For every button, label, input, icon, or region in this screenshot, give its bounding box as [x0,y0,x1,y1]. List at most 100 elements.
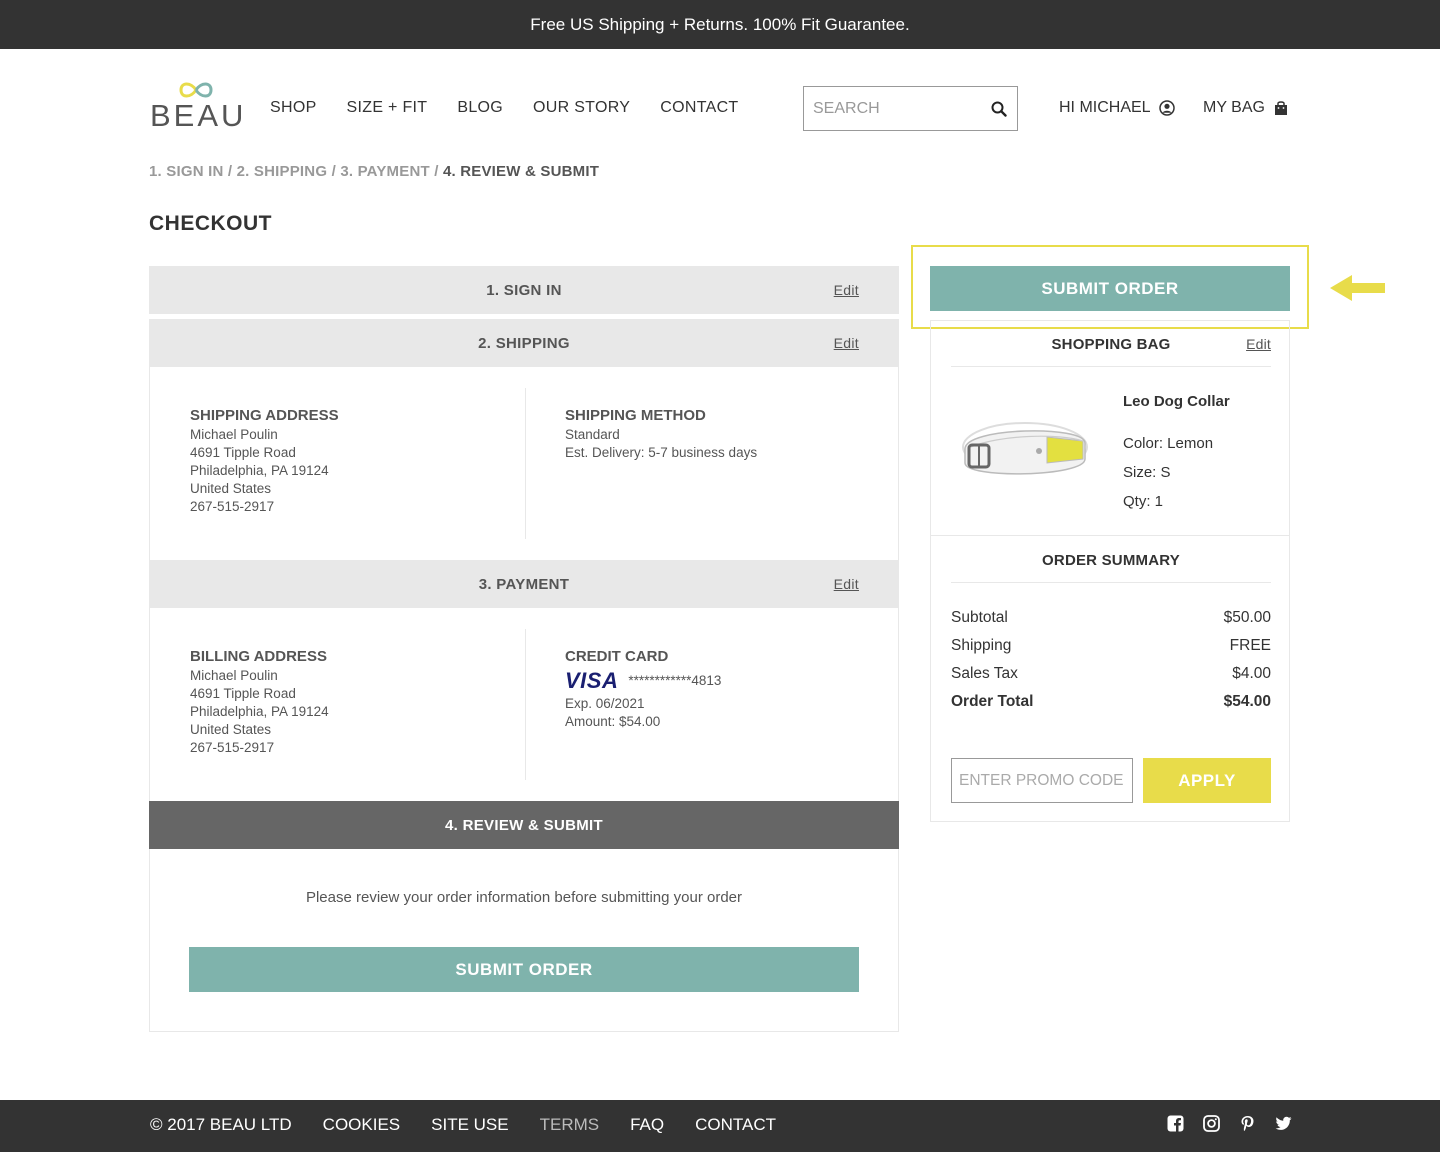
breadcrumb-payment[interactable]: 3. PAYMENT [340,163,430,180]
announcement-bar: Free US Shipping + Returns. 100% Fit Gua… [0,0,1440,49]
edit-payment-link[interactable]: Edit [834,576,859,592]
address-line: United States [190,481,272,496]
twitter-icon[interactable] [1275,1115,1292,1132]
section-title: 3. PAYMENT [478,575,570,593]
section-payment-header: 3. PAYMENT Edit [149,560,899,608]
product-color: Color: Lemon [1123,435,1214,452]
nav-blog[interactable]: BLOG [457,99,503,117]
section-title: 4. REVIEW & SUBMIT [445,816,603,834]
address-line: Michael Poulin [190,668,278,683]
shipping-address-heading: SHIPPING ADDRESS [190,407,339,424]
footer-link-faq[interactable]: FAQ [630,1115,664,1135]
shipping-details: SHIPPING ADDRESS Michael Poulin 4691 Tip… [149,367,899,560]
pinterest-icon[interactable] [1239,1115,1256,1132]
address-line: United States [190,722,272,737]
section-title: 2. SHIPPING [478,334,570,352]
breadcrumb-sign-in[interactable]: 1. SIGN IN [149,163,224,180]
bag-link[interactable]: MY BAG [1203,99,1289,117]
card-amount: Amount: $54.00 [565,714,661,729]
summary-label: Order Total [951,693,1034,710]
summary-label: Sales Tax [951,665,1018,682]
footer-link-contact[interactable]: CONTACT [695,1115,776,1135]
summary-value: $4.00 [1232,665,1271,682]
user-icon [1158,100,1175,116]
submit-order-button[interactable]: SUBMIT ORDER [189,947,859,992]
shopping-bag-icon [1274,101,1287,115]
logo-text: BEAU [150,98,247,133]
column-divider [525,388,526,539]
billing-address: BILLING ADDRESS Michael Poulin 4691 Tipp… [190,648,329,757]
divider [931,535,1289,536]
checkout-breadcrumb: 1. SIGN IN / 2. SHIPPING / 3. PAYMENT / … [149,163,600,180]
account-link[interactable]: HI MICHAEL [1059,99,1175,117]
product-qty: Qty: 1 [1123,493,1164,510]
instagram-icon[interactable] [1203,1115,1220,1132]
product-name[interactable]: Leo Dog Collar [1123,393,1230,411]
payment-details: BILLING ADDRESS Michael Poulin 4691 Tipp… [149,608,899,801]
edit-sign-in-link[interactable]: Edit [834,282,859,298]
breadcrumb-review-submit: 4. REVIEW & SUBMIT [442,163,600,180]
address-line: 267-515-2917 [190,740,275,755]
social-links [1167,1115,1311,1132]
search-input[interactable] [804,88,979,129]
method-line: Est. Delivery: 5-7 business days [565,445,758,460]
nav-contact[interactable]: CONTACT [660,99,738,117]
beau-logo[interactable]: BEAU [150,79,243,134]
order-sidebar: SHOPPING BAG Edit Leo Dog Collar Color: … [930,320,1290,822]
search-icon[interactable] [991,101,1007,117]
billing-address-heading: BILLING ADDRESS [190,648,327,665]
product-info: Leo Dog Collar Color: Lemon Size: S Qty:… [1123,393,1230,516]
nav-size-fit[interactable]: SIZE + FIT [347,99,428,117]
announcement-text: Free US Shipping + Returns. 100% Fit Gua… [530,14,910,34]
summary-row-shipping: Shipping FREE [951,637,1271,655]
section-sign-in-header: 1. SIGN IN Edit [149,266,899,314]
footer-link-site-use[interactable]: SITE USE [431,1115,508,1135]
order-summary-heading: ORDER SUMMARY [951,549,1271,583]
summary-label: Shipping [951,637,1012,654]
apply-promo-button[interactable]: APPLY [1143,758,1271,803]
address-line: Philadelphia, PA 19124 [190,463,329,478]
main-nav: SHOP SIZE + FIT BLOG OUR STORY CONTACT [270,99,769,117]
site-header: BEAU SHOP SIZE + FIT BLOG OUR STORY CONT… [0,49,1440,159]
footer-link-terms[interactable]: TERMS [540,1115,600,1135]
section-shipping-header: 2. SHIPPING Edit [149,319,899,367]
edit-bag-link[interactable]: Edit [1246,332,1271,356]
shipping-address: SHIPPING ADDRESS Michael Poulin 4691 Tip… [190,407,339,516]
summary-label: Subtotal [951,609,1008,626]
breadcrumb-shipping[interactable]: 2. SHIPPING [237,163,328,180]
site-footer: © 2017 BEAU LTD COOKIES SITE USE TERMS F… [0,1100,1440,1152]
summary-value: FREE [1229,637,1271,654]
review-message: Please review your order information bef… [305,889,743,906]
column-divider [525,629,526,780]
summary-value: $54.00 [1223,693,1271,710]
product-image[interactable] [959,407,1091,493]
address-line: Philadelphia, PA 19124 [190,704,329,719]
footer-link-cookies[interactable]: COOKIES [323,1115,400,1135]
edit-shipping-link[interactable]: Edit [834,335,859,351]
review-details: Please review your order information bef… [149,849,899,1032]
shipping-method: SHIPPING METHOD Standard Est. Delivery: … [565,407,757,462]
credit-card: CREDIT CARD VISA ************4813 Exp. 0… [565,648,721,731]
address-line: 4691 Tipple Road [190,686,296,701]
card-line: VISA ************4813 [565,667,721,695]
copyright: © 2017 BEAU LTD [150,1115,292,1134]
method-line: Standard [565,427,620,442]
pointer-arrow-icon [1330,275,1385,301]
card-number: ************4813 [628,673,722,688]
bag-label: MY BAG [1203,99,1265,116]
section-title: 1. SIGN IN [486,281,562,299]
account-label: HI MICHAEL [1059,99,1151,116]
credit-card-heading: CREDIT CARD [565,648,669,665]
promo-code-input[interactable] [951,758,1133,803]
search-box [803,86,1018,131]
checkout-steps: 1. SIGN IN Edit 2. SHIPPING Edit SHIPPIN… [149,266,899,1032]
page-title: CHECKOUT [149,212,272,235]
shipping-method-heading: SHIPPING METHOD [565,407,706,424]
nav-our-story[interactable]: OUR STORY [533,99,630,117]
summary-row-order-total: Order Total $54.00 [951,693,1271,711]
address-line: 267-515-2917 [190,499,275,514]
nav-shop[interactable]: SHOP [270,99,317,117]
visa-logo: VISA [565,668,619,693]
sidebar-submit-order-button[interactable]: SUBMIT ORDER [930,266,1290,311]
facebook-icon[interactable] [1167,1115,1184,1132]
